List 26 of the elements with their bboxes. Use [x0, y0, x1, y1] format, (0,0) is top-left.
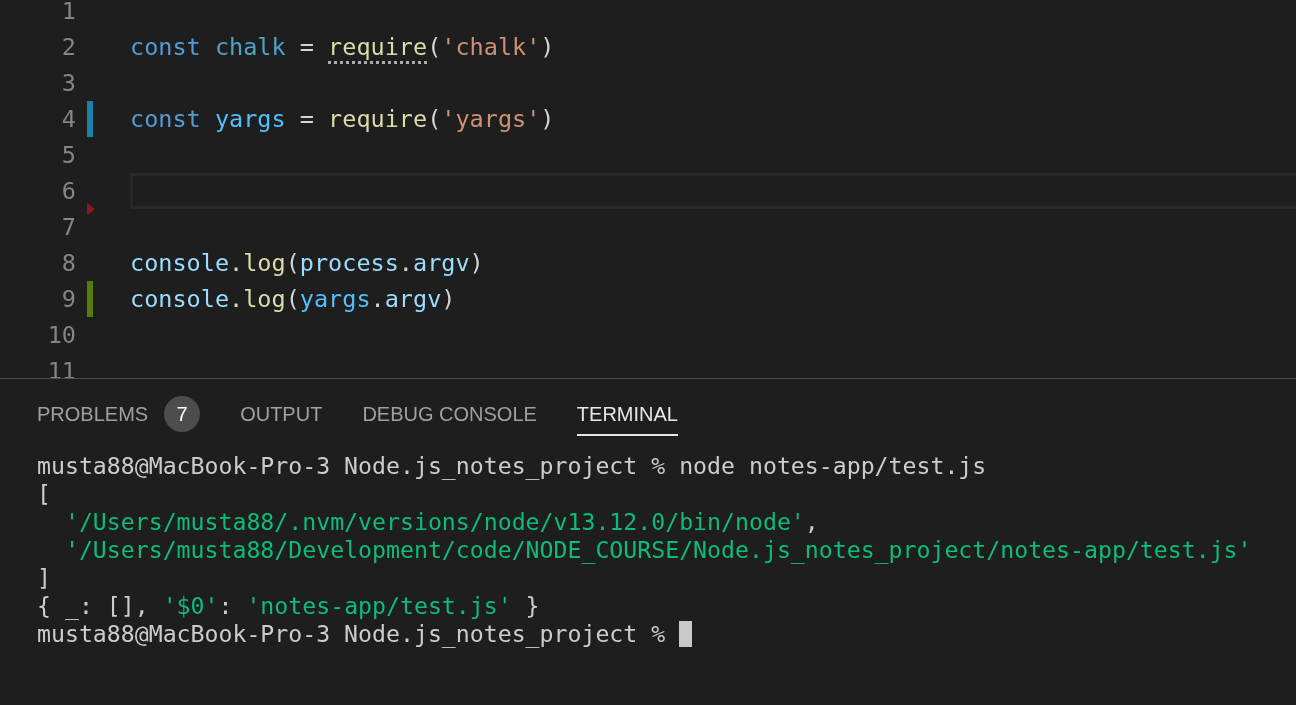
line-number: 8 — [60, 248, 76, 279]
panel-tab[interactable]: PROBLEMS — [37, 392, 149, 436]
line-number: 6 — [60, 176, 76, 207]
code-line: const yargs = require('yargs') — [130, 104, 555, 135]
panel-tab[interactable]: OUTPUT — [240, 392, 323, 436]
code-line: console.log(yargs.argv) — [130, 284, 456, 315]
terminal-line: ] — [37, 564, 51, 592]
terminal-line: musta88@MacBook-Pro-3 Node.js_notes_project % — [37, 620, 667, 648]
terminal-line: '/Users/musta88/.nvm/versions/node/v13.12.0/bin/node', — [63, 508, 819, 536]
line-number: 7 — [60, 212, 76, 243]
panel-tab[interactable]: DEBUG CONSOLE — [362, 392, 537, 436]
code-line: const chalk = require('chalk') — [130, 32, 555, 63]
line-number: 4 — [60, 104, 76, 135]
line-number: 2 — [60, 32, 76, 63]
line-number: 10 — [46, 320, 76, 351]
line-number: 5 — [60, 140, 76, 171]
line-number: 1 — [60, 0, 76, 27]
line-number: 9 — [60, 284, 76, 315]
line-number: 3 — [60, 68, 76, 99]
code-line: console.log(process.argv) — [130, 248, 484, 279]
terminal-line: musta88@MacBook-Pro-3 Node.js_notes_project % node notes-app/test.js — [37, 452, 987, 480]
panel-tab[interactable]: TERMINAL — [576, 392, 678, 436]
terminal-line: { _: [], '$0': 'notes-app/test.js' } — [37, 592, 540, 620]
terminal-line: [ — [37, 480, 51, 508]
terminal-line: '/Users/musta88/Development/code/NODE_COURSE/Node.js_notes_project/notes-app/test.js' — [63, 536, 1252, 564]
problems-count-badge: 7 — [164, 396, 201, 432]
